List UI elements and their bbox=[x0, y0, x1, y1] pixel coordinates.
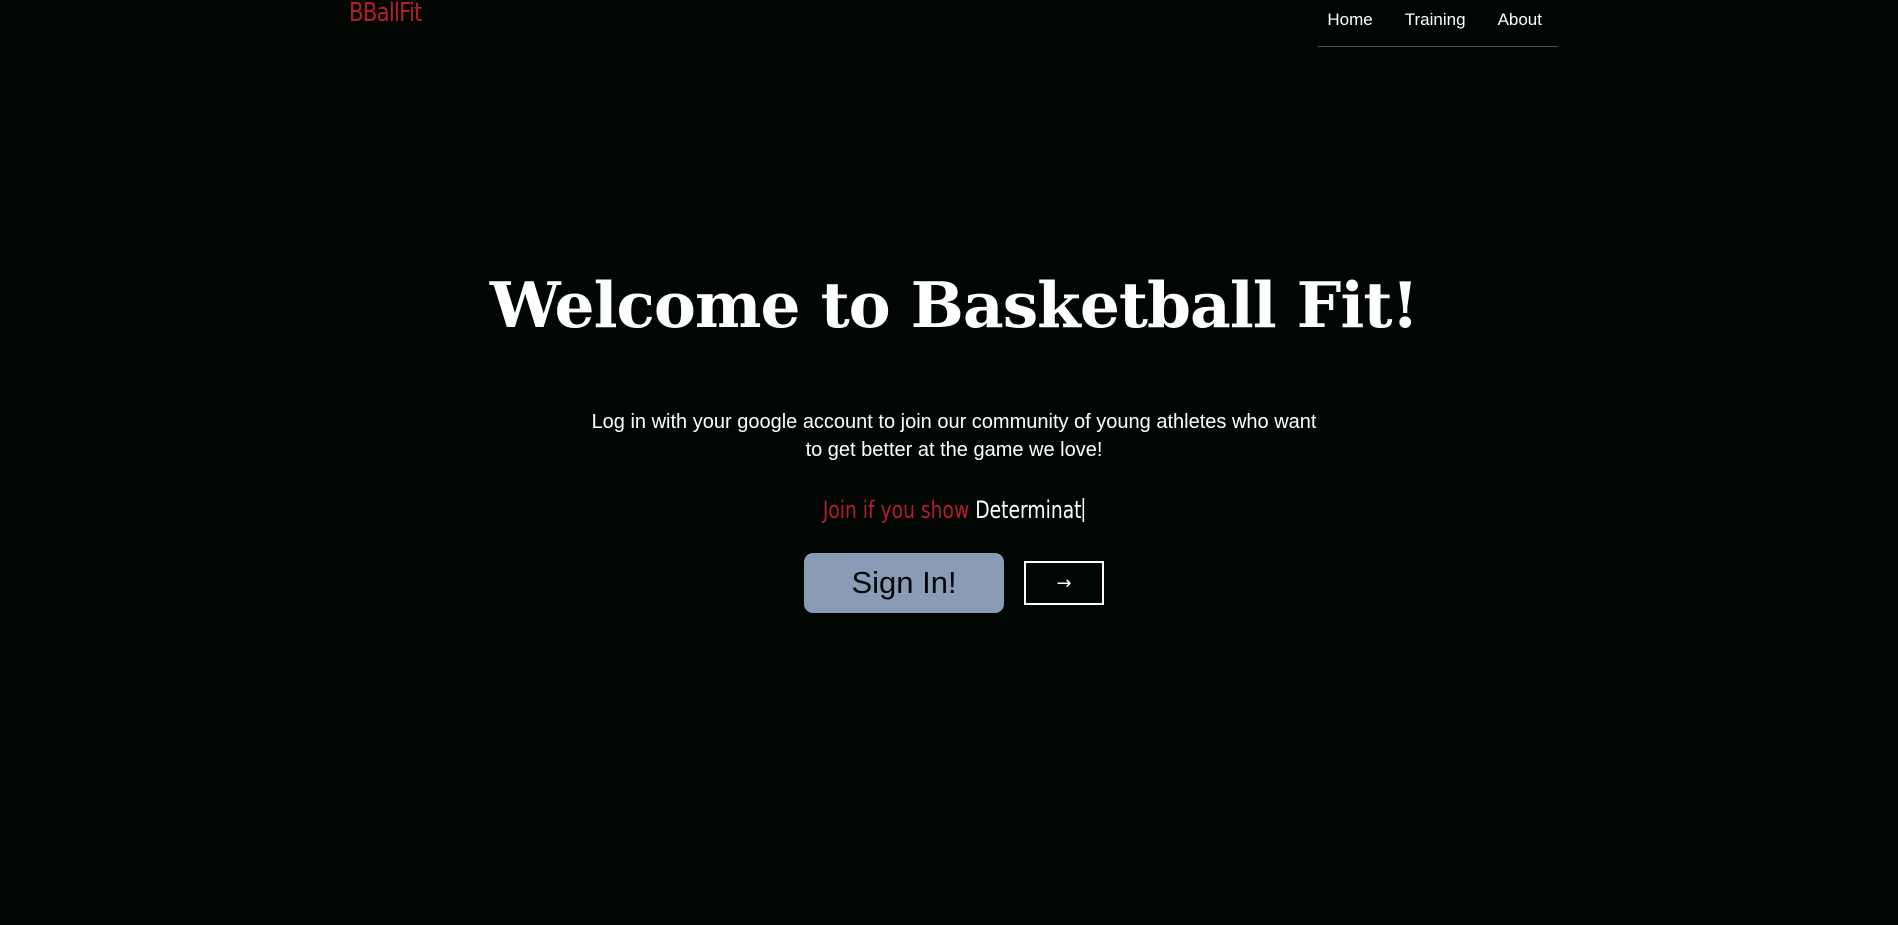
text-cursor bbox=[1081, 498, 1084, 522]
hero-title: Welcome to Basketball Fit! bbox=[489, 268, 1419, 342]
brand-logo[interactable]: BBallFit bbox=[349, 0, 422, 28]
top-nav: Home Training About bbox=[1318, 0, 1558, 47]
hero-subtitle: Log in with your google account to join … bbox=[591, 411, 1317, 461]
nav-item-home[interactable]: Home bbox=[1327, 11, 1372, 28]
sign-in-button[interactable]: Sign In! bbox=[804, 553, 1004, 613]
typed-prefix: Join if you show bbox=[822, 496, 969, 524]
nav-item-about[interactable]: About bbox=[1498, 11, 1542, 28]
typed-tagline: Join if you show Determinat bbox=[0, 494, 1898, 526]
next-arrow-button[interactable]: → bbox=[1024, 561, 1104, 605]
arrow-right-icon: → bbox=[1056, 572, 1072, 594]
typed-word: Determinat bbox=[974, 496, 1082, 524]
landing-page: BBallFit Home Training About Welcome to … bbox=[0, 0, 1898, 925]
nav-item-training[interactable]: Training bbox=[1405, 11, 1466, 28]
